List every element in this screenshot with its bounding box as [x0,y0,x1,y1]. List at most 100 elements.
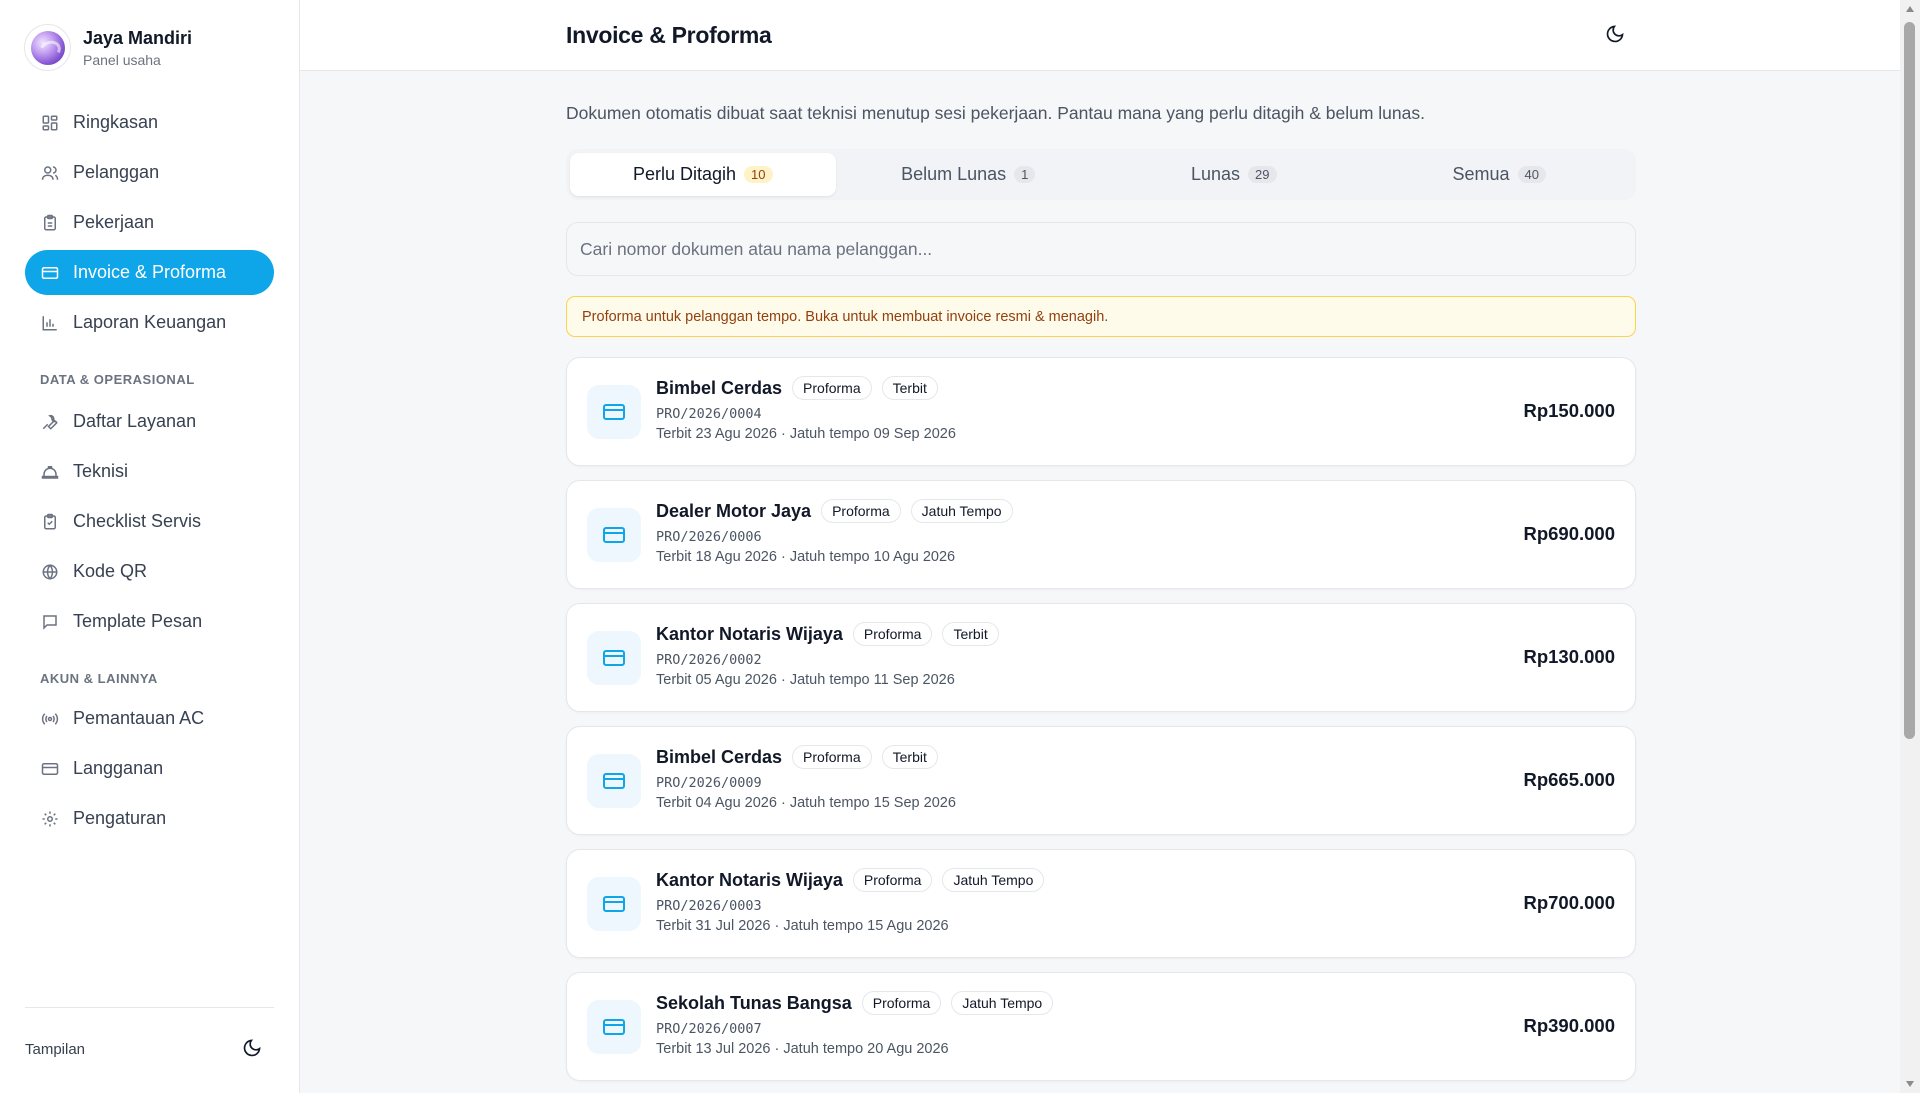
document-card[interactable]: Bimbel Cerdas Proforma Terbit PRO/2026/0… [566,726,1636,835]
sidebar-item-label: Invoice & Proforma [73,262,227,282]
status-badge: Jatuh Tempo [910,499,1013,523]
tab-count-badge: 40 [1517,166,1546,183]
search-box [566,222,1636,276]
tab-lunas[interactable]: Lunas 29 [1101,153,1367,196]
document-type-badge: Proforma [861,991,942,1015]
status-badge: Terbit [881,745,938,769]
brand-name: Jaya Mandiri [83,27,193,48]
gear-icon [40,809,60,829]
sidebar-item-template-pesan[interactable]: Template Pesan [25,599,274,644]
customer-name: Bimbel Cerdas [656,746,783,767]
info-notice: Proforma untuk pelanggan tempo. Buka unt… [566,296,1636,337]
document-card[interactable]: Kantor Notaris Wijaya Proforma Jatuh Tem… [566,849,1636,958]
clipboard-icon [40,213,60,233]
sidebar-item-label: Pekerjaan [73,212,155,232]
sidebar-item-pelanggan[interactable]: Pelanggan [25,150,274,195]
tab-semua[interactable]: Semua 40 [1367,153,1633,196]
document-type-badge: Proforma [792,745,872,769]
section-heading-data: DATA & OPERASIONAL [40,372,195,387]
section-heading-account: AKUN & LAINNYA [40,671,158,686]
customer-name: Kantor Notaris Wijaya [656,623,843,644]
sidebar-item-invoice-proforma[interactable]: Invoice & Proforma [25,250,274,295]
tab-count-badge: 29 [1248,166,1277,183]
sidebar-item-label: Template Pesan [73,611,203,631]
sidebar-item-label: Checklist Servis [73,511,202,531]
sidebar-item-pemantauan-ac[interactable]: Pemantauan AC [25,696,274,741]
sidebar-item-label: Pengaturan [73,808,167,828]
wrench-icon [40,412,60,432]
brand[interactable]: Jaya Mandiri Panel usaha [24,24,192,71]
document-card[interactable]: Sekolah Tunas Bangsa Proforma Jatuh Temp… [566,972,1636,1081]
sidebar-item-teknisi[interactable]: Teknisi [25,449,274,494]
sidebar-item-label: Daftar Layanan [73,411,197,431]
document-number: PRO/2026/0003 [656,898,762,914]
tab-perlu-ditagih[interactable]: Perlu Ditagih 10 [570,153,836,196]
nav-account: Pemantauan AC Langganan Pengaturan [25,696,274,841]
document-card[interactable]: Dealer Motor Jaya Proforma Jatuh Tempo P… [566,480,1636,589]
page-scrollbar[interactable] [1900,0,1920,1093]
document-type-badge: Proforma [792,376,872,400]
page-description: Dokumen otomatis dibuat saat teknisi men… [566,103,1425,123]
bar-chart-icon [40,313,60,333]
document-dates: Terbit 13 Jul 2026 · Jatuh tempo 20 Agu … [656,1041,949,1057]
document-number: PRO/2026/0006 [656,529,762,545]
sidebar-item-langganan[interactable]: Langganan [25,746,274,791]
customer-name: Bimbel Cerdas [656,377,783,398]
sidebar-item-label: Kode QR [73,561,148,581]
topbar: Invoice & Proforma [300,0,1900,71]
status-badge: Terbit [881,376,938,400]
document-list: Bimbel Cerdas Proforma Terbit PRO/2026/0… [566,357,1636,1081]
document-dates: Terbit 05 Agu 2026 · Jatuh tempo 11 Sep … [656,672,955,688]
sidebar: Jaya Mandiri Panel usaha Ringkasan Pelan… [0,0,300,1093]
tab-belum-lunas[interactable]: Belum Lunas 1 [836,153,1102,196]
sidebar-item-ringkasan[interactable]: Ringkasan [25,100,274,145]
brand-logo [24,24,71,71]
users-icon [40,163,60,183]
customer-name: Dealer Motor Jaya [656,500,812,521]
search-input[interactable] [580,238,1635,260]
credit-card-icon [587,508,641,562]
moon-icon[interactable] [242,1038,264,1060]
credit-card-icon [587,877,641,931]
sidebar-item-kode-qr[interactable]: Kode QR [25,549,274,594]
nav-data: Daftar Layanan Teknisi Checklist Servis … [25,399,274,644]
sidebar-item-label: Ringkasan [73,112,159,132]
sidebar-item-daftar-layanan[interactable]: Daftar Layanan [25,399,274,444]
sidebar-item-pekerjaan[interactable]: Pekerjaan [25,200,274,245]
document-number: PRO/2026/0009 [656,775,762,791]
customer-name: Kantor Notaris Wijaya [656,869,843,890]
document-number: PRO/2026/0004 [656,406,762,422]
scroll-up-arrow[interactable] [1906,6,1914,12]
scrollbar-thumb[interactable] [1904,22,1915,739]
status-badge: Terbit [942,622,999,646]
document-amount: Rp390.000 [1523,1015,1615,1036]
document-dates: Terbit 04 Agu 2026 · Jatuh tempo 15 Sep … [656,795,956,811]
sidebar-item-label: Pemantauan AC [73,708,205,728]
page-title: Invoice & Proforma [566,22,772,48]
document-number: PRO/2026/0007 [656,1021,762,1037]
scroll-down-arrow[interactable] [1906,1081,1914,1087]
appearance-label: Tampilan [25,1041,86,1058]
document-type-badge: Proforma [852,622,933,646]
document-card[interactable]: Kantor Notaris Wijaya Proforma Terbit PR… [566,603,1636,712]
radio-icon [40,709,60,729]
message-icon [40,612,60,632]
moon-icon[interactable] [1605,24,1627,46]
document-amount: Rp150.000 [1523,400,1615,421]
dashboard-icon [40,113,60,133]
document-card[interactable]: Bimbel Cerdas Proforma Terbit PRO/2026/0… [566,357,1636,466]
tab-label: Semua [1452,164,1510,184]
sidebar-item-pengaturan[interactable]: Pengaturan [25,796,274,841]
document-amount: Rp690.000 [1523,523,1615,544]
clipboard-check-icon [40,512,60,532]
credit-card-icon [587,631,641,685]
sidebar-item-checklist-servis[interactable]: Checklist Servis [25,499,274,544]
sidebar-item-laporan-keuangan[interactable]: Laporan Keuangan [25,300,274,345]
filter-tabs: Perlu Ditagih 10 Belum Lunas 1 Lunas 29 … [566,149,1636,200]
credit-card-icon [40,263,60,283]
hard-hat-icon [40,462,60,482]
sidebar-footer: Tampilan [25,1007,274,1067]
tab-count-badge: 1 [1014,166,1036,183]
document-number: PRO/2026/0002 [656,652,762,668]
sidebar-item-label: Pelanggan [73,162,160,182]
